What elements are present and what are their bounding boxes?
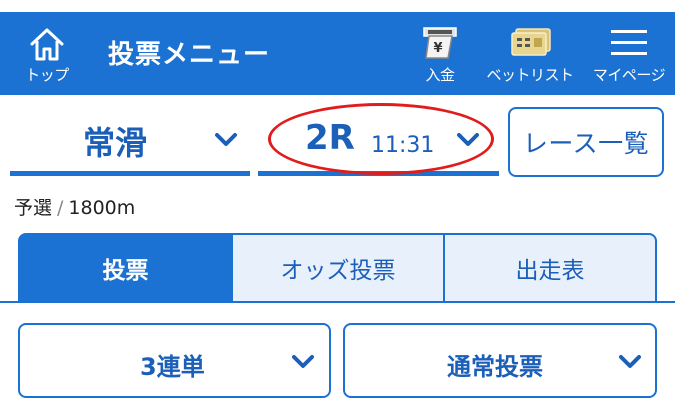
bet-method-value: 通常投票 [447, 353, 543, 381]
bet-type-value: 3連単 [140, 353, 205, 381]
race-list-button[interactable]: レース一覧 [508, 107, 664, 177]
race-number: 2R [305, 118, 355, 158]
race-info: 予選/1800m [14, 193, 135, 220]
race-info-separator: / [57, 197, 64, 219]
home-button[interactable]: トップ [8, 12, 86, 95]
bet-method-select[interactable]: 通常投票 [343, 323, 657, 398]
bet-type-select[interactable]: 3連単 [18, 323, 331, 398]
venue-value: 常滑 [83, 124, 148, 162]
betlist-icon [511, 28, 551, 56]
deposit-label: 入金 [425, 66, 455, 84]
venue-select[interactable]: 常滑 [10, 108, 250, 176]
chevron-down-icon [457, 133, 479, 146]
tab-vote[interactable]: 投票 [18, 233, 233, 303]
tab-odds-vote[interactable]: オッズ投票 [231, 233, 445, 303]
deposit-icon: ¥ [423, 27, 457, 59]
home-icon [30, 28, 64, 61]
menu-icon [611, 30, 647, 55]
chevron-down-icon [619, 355, 641, 368]
deposit-button[interactable]: ¥ 入金 [405, 12, 475, 95]
bet-tabs: 投票 オッズ投票 出走表 [18, 233, 657, 303]
app-header: トップ 投票メニュー ¥ 入金 ベットリスト マイページ [0, 12, 675, 95]
top-strip [0, 0, 675, 12]
chevron-down-icon [215, 133, 237, 146]
page-title: 投票メニュー [108, 40, 271, 70]
home-label: トップ [25, 66, 69, 84]
betlist-label: ベットリスト [486, 66, 574, 84]
tab-race-card[interactable]: 出走表 [443, 233, 657, 303]
race-distance: 1800m [68, 197, 136, 219]
mypage-button[interactable]: マイページ [585, 12, 673, 95]
betlist-button[interactable]: ベットリスト [482, 12, 578, 95]
race-grade: 予選 [14, 197, 53, 219]
tab-divider [0, 301, 675, 303]
race-select[interactable]: 2R 11:31 [258, 108, 499, 176]
race-time: 11:31 [371, 133, 435, 158]
chevron-down-icon [292, 355, 314, 368]
mypage-label: マイページ [592, 66, 666, 84]
deposit-symbol: ¥ [433, 41, 442, 56]
